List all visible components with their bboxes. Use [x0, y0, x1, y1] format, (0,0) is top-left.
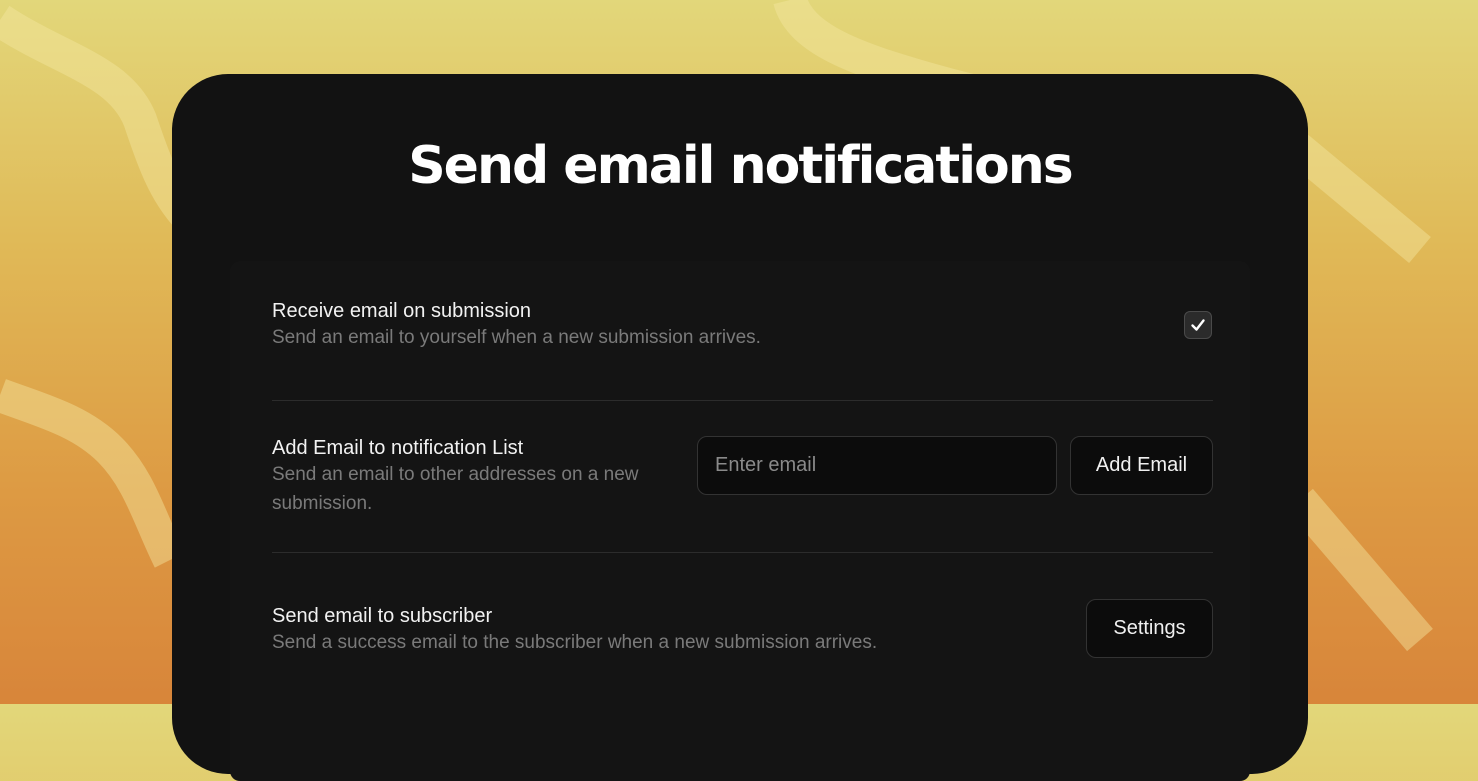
checkmark-icon	[1191, 319, 1205, 331]
receive-email-checkbox[interactable]	[1184, 311, 1212, 339]
notification-email-input[interactable]	[697, 436, 1057, 495]
page-title: Send email notifications	[408, 136, 1074, 196]
setting-row-receive-email: Receive email on submission Send an emai…	[272, 299, 1213, 359]
setting-description-add-email: Send an email to other addresses on a ne…	[272, 464, 639, 514]
setting-description-subscriber-email: Send a success email to the subscriber w…	[272, 632, 878, 653]
email-notifications-card: Send email notifications Receive email o…	[172, 74, 1308, 781]
settings-panel: Receive email on submission Send an emai…	[230, 261, 1250, 781]
setting-row-add-email: Add Email to notification List Send an e…	[272, 436, 1213, 526]
subscriber-settings-button[interactable]: Settings	[1086, 599, 1213, 658]
setting-description-receive-email: Send an email to yourself when a new sub…	[272, 327, 761, 348]
setting-row-subscriber-email: Send email to subscriber Send a success …	[272, 599, 1213, 659]
setting-title-subscriber-email: Send email to subscriber	[272, 605, 493, 627]
setting-title-receive-email: Receive email on submission	[272, 300, 532, 322]
add-email-button[interactable]: Add Email	[1070, 436, 1213, 495]
divider	[272, 400, 1213, 401]
divider	[272, 552, 1213, 553]
